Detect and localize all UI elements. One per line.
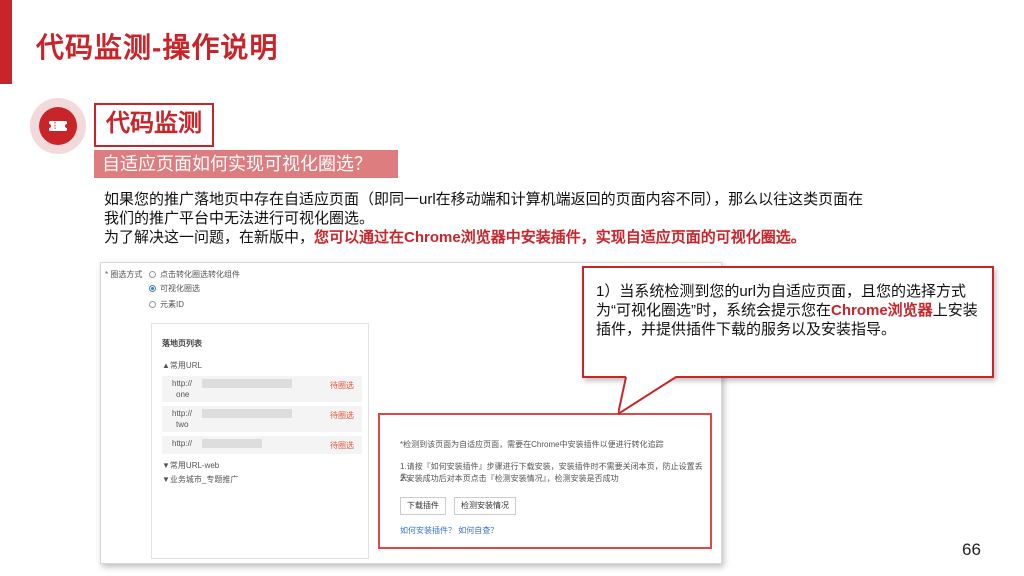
blurred-url xyxy=(202,409,292,418)
landing-page-list-title: 落地页列表 xyxy=(162,339,202,348)
url-row[interactable]: http:// one 待圈选 xyxy=(162,376,362,402)
landing-page-list-panel: 落地页列表 ▲常用URL http:// one 待圈选 http:// two… xyxy=(151,323,369,559)
ticket-icon xyxy=(39,107,77,145)
url-group-web[interactable]: ▼常用URL-web xyxy=(162,460,219,471)
url-suffix: two xyxy=(176,420,189,429)
page-number: 66 xyxy=(962,540,981,559)
plugin-install-dialog: *检测到该页面为自适应页面，需要在Chrome中安装插件以便进行转化追踪 1.请… xyxy=(378,413,712,549)
blurred-url xyxy=(202,379,292,388)
description-line-3-prefix: 为了解决这一问题，在新版中， xyxy=(104,229,315,246)
callout-highlight: Chrome浏览器 xyxy=(831,302,933,319)
dialog-step-2: 2.安装成功后对本页点击『检测安装情况』，检测安装是否成功 xyxy=(400,474,619,483)
description-line-1: 如果您的推广落地页中存在自适应页面（即同一url在移动端和计算机端返回的页面内容… xyxy=(104,191,864,208)
section-title: 代码监测 xyxy=(94,103,214,147)
help-links[interactable]: 如何安装插件？ 如何自查？ xyxy=(400,525,498,536)
url-prefix: http:// xyxy=(172,379,193,388)
dialog-message: *检测到该页面为自适应页面，需要在Chrome中安装插件以便进行转化追踪 xyxy=(400,440,664,449)
callout-box: 1）当系统检测到您的url为自适应页面，且您的选择方式为“可视化圈选”时，系统会… xyxy=(582,266,994,378)
description-highlight: 您可以通过在Chrome浏览器中安装插件，实现自适应页面的可视化圈选。 xyxy=(314,229,806,246)
url-prefix: http:// xyxy=(172,439,193,448)
title-accent-bar xyxy=(0,0,12,84)
pending-status: 待圈选 xyxy=(330,381,354,390)
callout-text: 1）当系统检测到您的url为自适应页面，且您的选择方式为“可视化圈选”时，系统会… xyxy=(596,282,986,339)
url-group-city-topic[interactable]: ▼业务城市_专题推广 xyxy=(162,474,238,485)
callout-pointer-tail xyxy=(618,376,677,416)
ticket-icon-glyph xyxy=(48,121,68,131)
blurred-url xyxy=(202,439,262,448)
section-icon-badge xyxy=(30,98,86,154)
radio-option-element-id[interactable]: 元素ID xyxy=(149,299,184,310)
download-plugin-button[interactable]: 下载插件 xyxy=(400,497,446,515)
description-line-3: 为了解决这一问题，在新版中，您可以通过在Chrome浏览器中安装插件，实现自适应… xyxy=(104,228,984,247)
radio-option-label: 可视化圈选 xyxy=(160,284,200,293)
pending-status: 待圈选 xyxy=(330,411,354,420)
pending-status: 待圈选 xyxy=(330,441,354,450)
radio-selected-icon xyxy=(149,285,156,292)
selection-method-label: * 圈选方式 xyxy=(105,270,143,279)
radio-option-label: 元素ID xyxy=(160,300,184,309)
radio-option-conversion-component[interactable]: 点击转化圈选转化组件 xyxy=(149,269,240,280)
section-subtitle: 自适应页面如何实现可视化圈选？ xyxy=(94,150,398,178)
url-prefix: http:// xyxy=(172,409,193,418)
url-row[interactable]: http:// two 待圈选 xyxy=(162,406,362,432)
description-line-2: 我们的推广平台中无法进行可视化圈选。 xyxy=(104,210,375,227)
url-suffix: one xyxy=(176,390,190,399)
radio-circle-icon xyxy=(149,301,156,308)
check-install-button[interactable]: 检测安装情况 xyxy=(454,497,516,515)
radio-option-label: 点击转化圈选转化组件 xyxy=(160,270,240,279)
radio-option-visual-selection[interactable]: 可视化圈选 xyxy=(149,283,200,294)
url-group-common[interactable]: ▲常用URL xyxy=(162,360,202,371)
slide-title: 代码监测-操作说明 xyxy=(36,32,279,63)
description-text: 如果您的推广落地页中存在自适应页面（即同一url在移动端和计算机端返回的页面内容… xyxy=(104,190,984,247)
url-row[interactable]: http:// 待圈选 xyxy=(162,436,362,454)
radio-circle-icon xyxy=(149,271,156,278)
